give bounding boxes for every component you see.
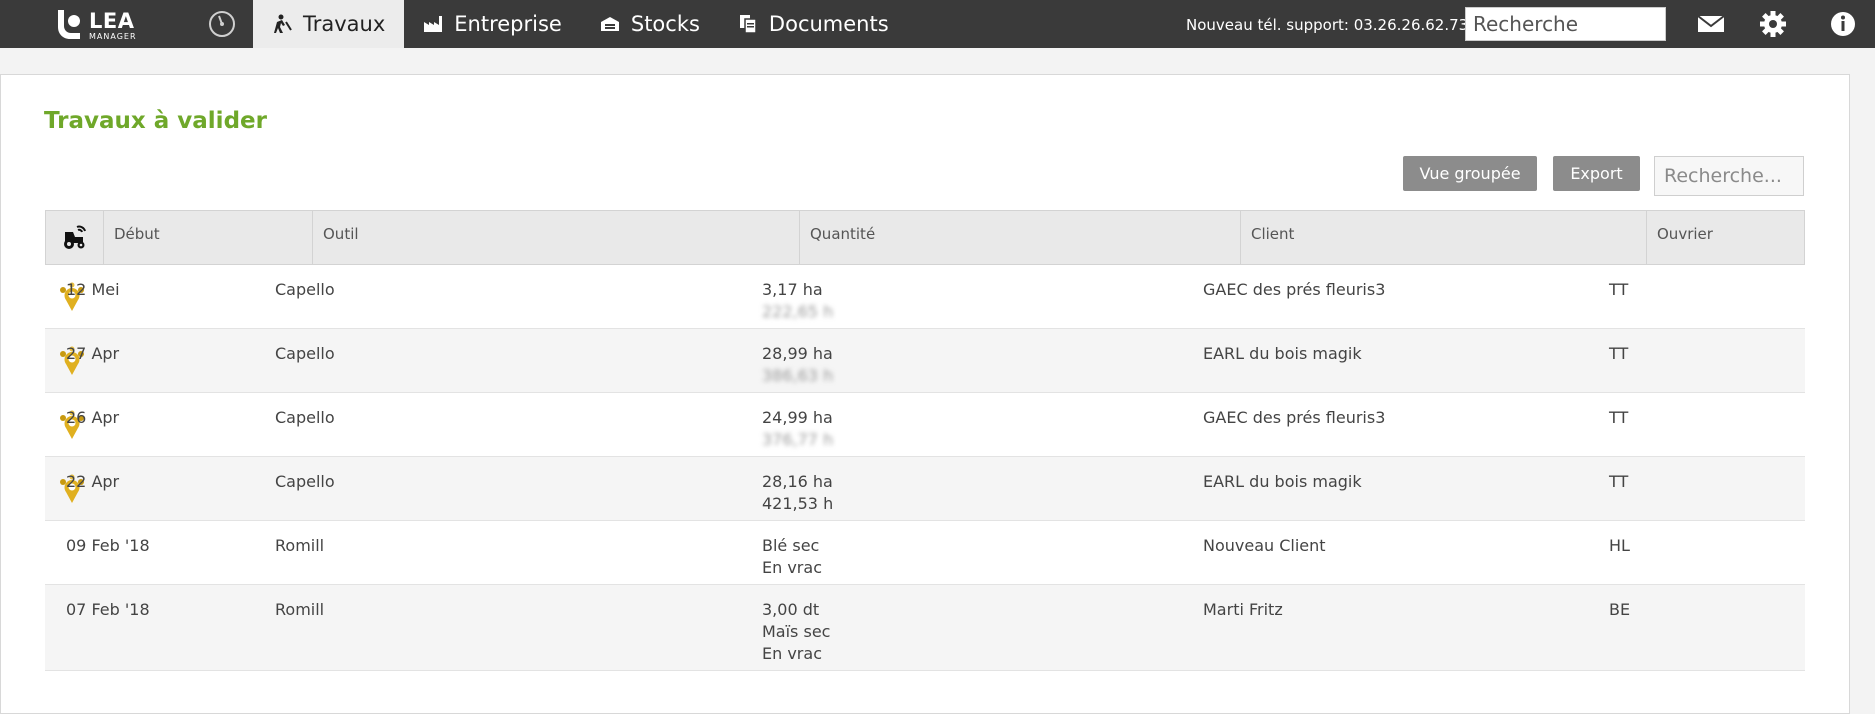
column-header-debut[interactable]: Début bbox=[103, 211, 312, 264]
mail-icon[interactable] bbox=[1697, 11, 1725, 37]
quantity-line: 24,99 ha bbox=[762, 408, 833, 427]
quantity-line: 376,77 h bbox=[762, 430, 834, 449]
worker-icon bbox=[272, 14, 292, 34]
cell-client: Nouveau Client bbox=[1203, 536, 1326, 555]
cell-ouvrier: TT bbox=[1609, 472, 1629, 491]
quantity-line: 3,17 ha bbox=[762, 280, 823, 299]
quantity-line: 421,53 h bbox=[762, 494, 834, 513]
cell-ouvrier: HL bbox=[1609, 536, 1630, 555]
column-header-ouvrier[interactable]: Ouvrier bbox=[1646, 211, 1804, 264]
cell-debut: 22 Apr bbox=[66, 472, 120, 491]
top-navigation-bar: LEA MANAGER Travaux Entreprise Stocks Do… bbox=[0, 0, 1875, 48]
table-body: 12 Mei Capello 3,17 ha 222,65 h GAEC des pré… bbox=[45, 265, 1805, 671]
factory-icon bbox=[423, 14, 443, 34]
table-header: Début Outil Quantité Client Ouvrier bbox=[45, 210, 1805, 265]
tractor-icon[interactable] bbox=[46, 211, 103, 264]
cell-quantite: Blé sec En vrac bbox=[762, 535, 822, 579]
cell-quantite: 28,16 ha 421,53 h bbox=[762, 471, 833, 515]
logo-mark-icon bbox=[58, 10, 80, 39]
page-title: Travaux à valider bbox=[44, 108, 267, 134]
cell-debut: 27 Apr bbox=[66, 344, 120, 363]
logo-subtext: MANAGER bbox=[89, 32, 137, 41]
cell-quantite: 24,99 ha 376,77 h bbox=[762, 407, 833, 451]
quantity-line: En vrac bbox=[762, 558, 822, 577]
quantity-line: Blé sec bbox=[762, 536, 820, 555]
table-search-input[interactable] bbox=[1654, 156, 1804, 196]
nav-tab-entreprise[interactable]: Entreprise bbox=[404, 0, 581, 48]
quantity-line: En vrac bbox=[762, 644, 822, 663]
warehouse-icon bbox=[600, 14, 620, 34]
cell-debut: 07 Feb '18 bbox=[66, 600, 150, 619]
table-row[interactable]: 22 Apr Capello 28,16 ha 421,53 h EARL du boi… bbox=[45, 457, 1805, 521]
table-row[interactable]: 26 Apr Capello 24,99 ha 376,77 h GAEC des pr… bbox=[45, 393, 1805, 457]
cell-outil: Romill bbox=[275, 600, 325, 619]
dashboard-gauge-icon[interactable] bbox=[208, 10, 236, 38]
gear-icon[interactable] bbox=[1759, 11, 1787, 37]
lea-manager-logo[interactable]: LEA MANAGER bbox=[52, 6, 148, 42]
column-header-client[interactable]: Client bbox=[1240, 211, 1646, 264]
nav-label: Documents bbox=[768, 12, 889, 36]
quantity-line: Maïs sec bbox=[762, 622, 831, 641]
quantity-line: 28,99 ha bbox=[762, 344, 833, 363]
grouped-view-button[interactable]: Vue groupée bbox=[1403, 156, 1537, 191]
cell-client: GAEC des prés fleuris3 bbox=[1203, 408, 1386, 427]
cell-outil: Romill bbox=[275, 536, 325, 555]
nav-label: Entreprise bbox=[454, 12, 562, 36]
table-row[interactable]: 12 Mei Capello 3,17 ha 222,65 h GAEC des pré… bbox=[45, 265, 1805, 329]
cell-ouvrier: BE bbox=[1609, 600, 1631, 619]
quantity-line: 222,65 h bbox=[762, 302, 834, 321]
column-header-quantite[interactable]: Quantité bbox=[799, 211, 1240, 264]
cell-quantite: 3,00 dt Maïs sec En vrac bbox=[762, 599, 830, 665]
nav-label: Travaux bbox=[303, 12, 386, 36]
cell-debut: 26 Apr bbox=[66, 408, 120, 427]
documents-icon bbox=[738, 14, 758, 34]
info-icon[interactable] bbox=[1829, 11, 1857, 37]
table-row[interactable]: 27 Apr Capello 28,99 ha 386,63 h EARL du boi… bbox=[45, 329, 1805, 393]
cell-ouvrier: TT bbox=[1609, 344, 1629, 363]
logo-text: LEA bbox=[89, 9, 135, 33]
cell-ouvrier: TT bbox=[1609, 280, 1629, 299]
cell-outil: Capello bbox=[275, 344, 335, 363]
global-search-input[interactable] bbox=[1465, 7, 1666, 41]
cell-outil: Capello bbox=[275, 408, 335, 427]
cell-client: GAEC des prés fleuris3 bbox=[1203, 280, 1386, 299]
cell-ouvrier: TT bbox=[1609, 408, 1629, 427]
cell-client: EARL du bois magik bbox=[1203, 344, 1362, 363]
cell-quantite: 3,17 ha 222,65 h bbox=[762, 279, 833, 323]
main-nav: Travaux Entreprise Stocks Documents bbox=[253, 0, 908, 48]
cell-debut: 12 Mei bbox=[66, 280, 120, 299]
table-row[interactable]: 07 Feb '18 Romill 3,00 dt Maïs sec En vrac Ma… bbox=[45, 585, 1805, 671]
nav-tab-stocks[interactable]: Stocks bbox=[581, 0, 719, 48]
support-phone-text: Nouveau tél. support: 03.26.26.62.73 bbox=[1186, 16, 1469, 34]
quantity-line: 3,00 dt bbox=[762, 600, 820, 619]
cell-client: EARL du bois magik bbox=[1203, 472, 1362, 491]
cell-outil: Capello bbox=[275, 472, 335, 491]
nav-label: Stocks bbox=[630, 12, 700, 36]
works-table: Début Outil Quantité Client Ouvrier 12 M… bbox=[45, 210, 1805, 671]
cell-client: Marti Fritz bbox=[1203, 600, 1283, 619]
nav-tab-travaux[interactable]: Travaux bbox=[253, 0, 405, 48]
cell-quantite: 28,99 ha 386,63 h bbox=[762, 343, 833, 387]
table-row[interactable]: 09 Feb '18 Romill Blé sec En vrac Nouveau Cl… bbox=[45, 521, 1805, 585]
cell-outil: Capello bbox=[275, 280, 335, 299]
quantity-line: 386,63 h bbox=[762, 366, 834, 385]
column-header-outil[interactable]: Outil bbox=[312, 211, 799, 264]
cell-debut: 09 Feb '18 bbox=[66, 536, 150, 555]
nav-tab-documents[interactable]: Documents bbox=[719, 0, 908, 48]
quantity-line: 28,16 ha bbox=[762, 472, 833, 491]
export-button[interactable]: Export bbox=[1553, 156, 1640, 191]
